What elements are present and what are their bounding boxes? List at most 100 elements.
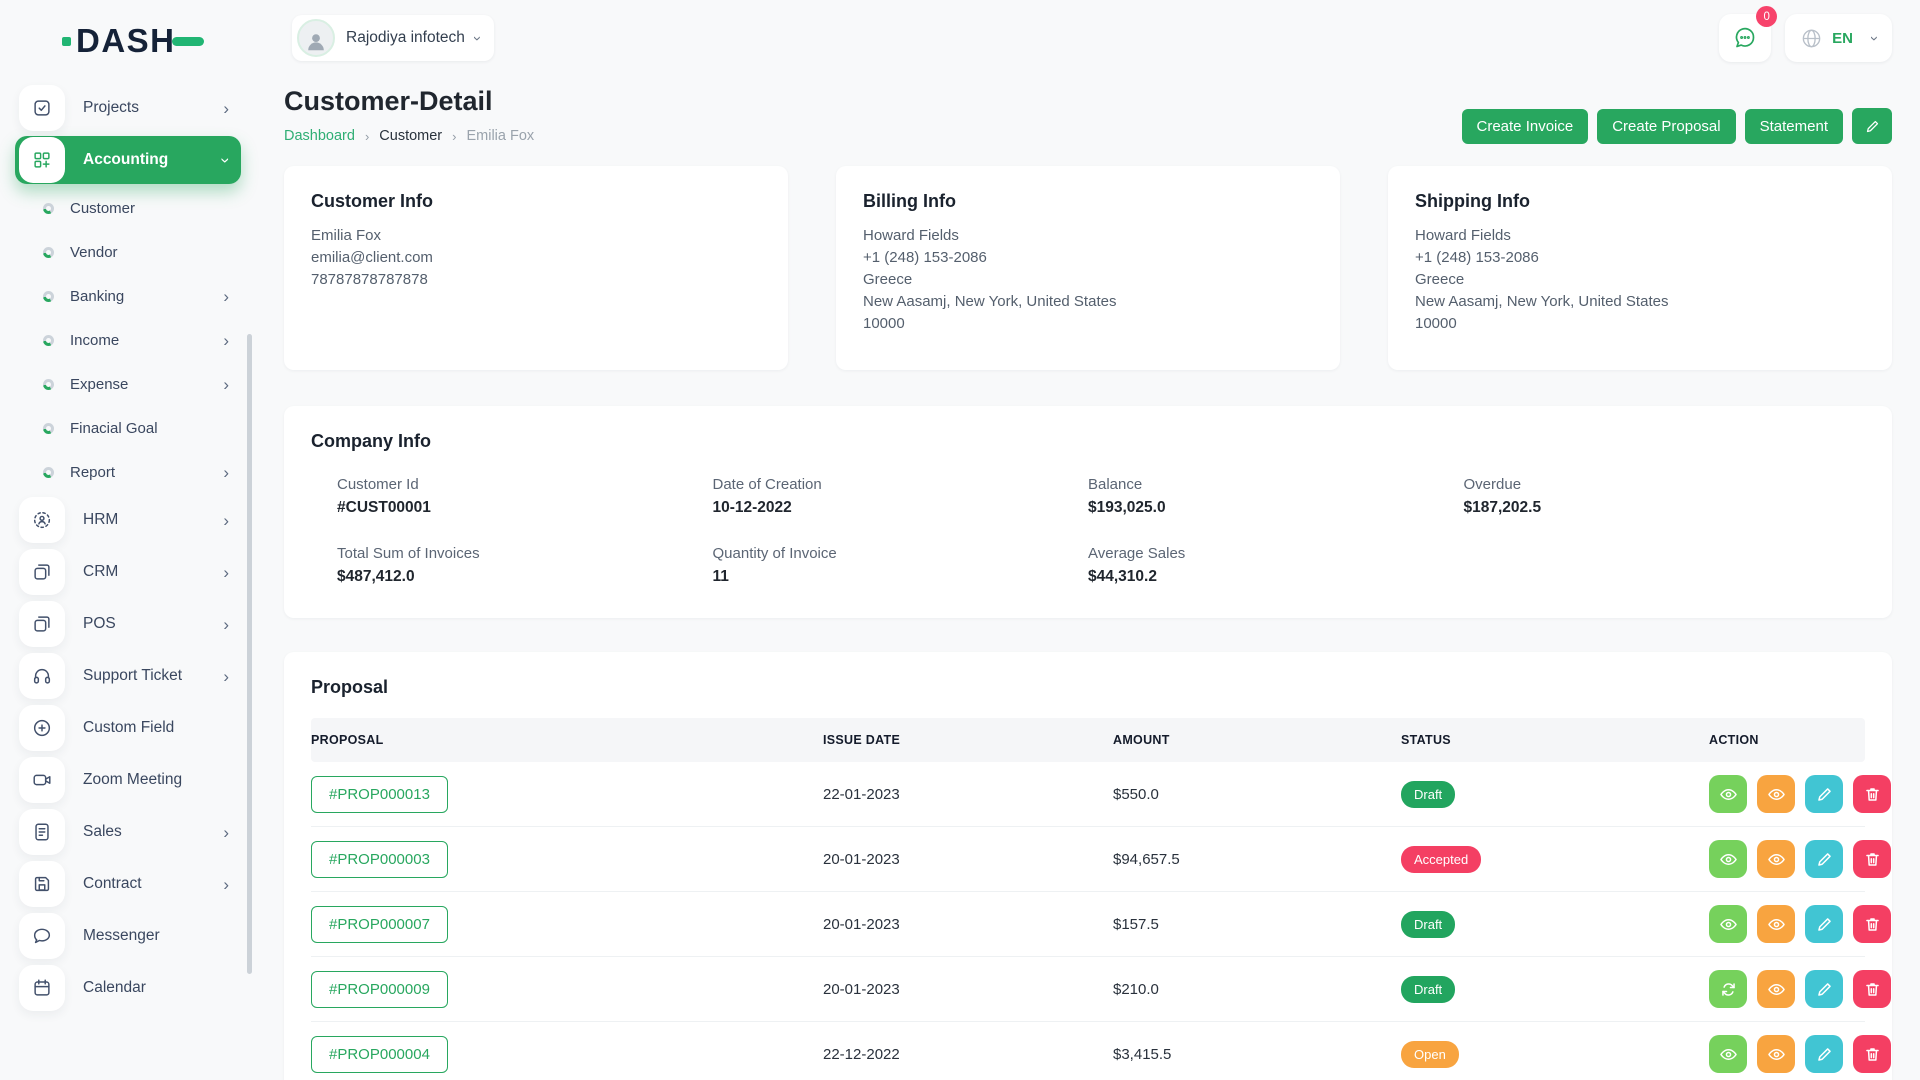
issue-date: 20-01-2023 [823, 916, 1113, 933]
row-actions [1709, 840, 1891, 878]
chevron-down-icon: › [469, 36, 486, 41]
proposal-id-link[interactable]: #PROP000004 [311, 1036, 448, 1073]
view-button[interactable] [1709, 840, 1747, 878]
status-badge: Draft [1401, 781, 1455, 808]
sidebar-item-pos[interactable]: POS › [15, 600, 241, 648]
edit-button[interactable] [1805, 775, 1843, 813]
page-title-block: Customer-Detail Dashboard › Customer › E… [284, 86, 534, 144]
sidebar-item-hrm[interactable]: HRM › [15, 496, 241, 544]
sidebar-item-custom-field[interactable]: Custom Field [15, 704, 241, 752]
bullet-icon [43, 247, 54, 258]
sidebar-item-label: POS [83, 615, 116, 633]
proposal-id-link[interactable]: #PROP000007 [311, 906, 448, 943]
checkbox-icon [19, 85, 65, 131]
view-button[interactable] [1709, 905, 1747, 943]
messages-button[interactable]: 0 [1719, 14, 1771, 62]
proposal-id-link[interactable]: #PROP000013 [311, 776, 448, 813]
table-row: #PROP000009 20-01-2023 $210.0 Draft [311, 957, 1865, 1022]
view-button[interactable] [1709, 1035, 1747, 1073]
sidebar-item-vendor[interactable]: Vendor [15, 232, 241, 272]
globe-icon [1800, 27, 1823, 50]
avatar [297, 19, 335, 57]
amount: $3,415.5 [1113, 1046, 1401, 1063]
stat-date-of-creation: Date of Creation 10-12-2022 [713, 476, 1089, 517]
row-actions [1709, 905, 1891, 943]
stat-balance: Balance $193,025.0 [1088, 476, 1464, 517]
chevron-down-icon: › [1866, 36, 1883, 41]
card-title: Customer Info [311, 191, 761, 212]
sidebar: DASH Projects › Accounting › Customer [0, 0, 256, 1080]
edit-button[interactable] [1805, 1035, 1843, 1073]
statement-button[interactable]: Statement [1745, 109, 1843, 144]
sidebar-item-projects[interactable]: Projects › [15, 84, 241, 132]
sidebar-item-label: Projects [83, 99, 139, 117]
edit-button[interactable] [1805, 840, 1843, 878]
bullet-icon [43, 379, 54, 390]
convert-button[interactable] [1709, 970, 1747, 1008]
shipping-info-card: Shipping Info Howard Fields +1 (248) 153… [1388, 166, 1892, 370]
preview-button[interactable] [1757, 970, 1795, 1008]
plus-circle-icon [19, 705, 65, 751]
status-badge: Accepted [1401, 846, 1481, 873]
breadcrumb-dashboard[interactable]: Dashboard [284, 128, 355, 144]
preview-button[interactable] [1757, 840, 1795, 878]
chevron-down-icon: › [218, 157, 235, 163]
language-selector[interactable]: EN › [1785, 14, 1892, 62]
language-code: EN [1832, 30, 1853, 47]
sidebar-item-finacial-goal[interactable]: Finacial Goal [15, 408, 241, 448]
edit-button[interactable] [1805, 905, 1843, 943]
proposal-id-link[interactable]: #PROP000009 [311, 971, 448, 1008]
sidebar-item-banking[interactable]: Banking › [15, 276, 241, 316]
sidebar-item-messenger[interactable]: Messenger [15, 912, 241, 960]
sidebar-item-accounting[interactable]: Accounting › [15, 136, 241, 184]
view-button[interactable] [1709, 775, 1747, 813]
stat-overdue: Overdue $187,202.5 [1464, 476, 1840, 517]
delete-button[interactable] [1853, 905, 1891, 943]
logo-dot [62, 37, 71, 46]
sidebar-item-expense[interactable]: Expense › [15, 364, 241, 404]
create-invoice-button[interactable]: Create Invoice [1462, 109, 1589, 144]
app-logo[interactable]: DASH [62, 22, 256, 60]
delete-button[interactable] [1853, 1035, 1891, 1073]
preview-button[interactable] [1757, 905, 1795, 943]
edit-customer-button[interactable] [1852, 108, 1892, 144]
sidebar-item-sales[interactable]: Sales › [15, 808, 241, 856]
amount: $550.0 [1113, 786, 1401, 803]
sidebar-item-zoom-meeting[interactable]: Zoom Meeting [15, 756, 241, 804]
sidebar-item-income[interactable]: Income › [15, 320, 241, 360]
bullet-icon [43, 291, 54, 302]
breadcrumb-customer[interactable]: Customer [379, 128, 442, 144]
row-actions [1709, 775, 1891, 813]
table-header: PROPOSAL ISSUE DATE AMOUNT STATUS ACTION [311, 718, 1865, 762]
sidebar-item-support-ticket[interactable]: Support Ticket › [15, 652, 241, 700]
stat-quantity-invoice: Quantity of Invoice 11 [713, 545, 1089, 586]
pencil-icon [1815, 980, 1834, 999]
bullet-icon [43, 467, 54, 478]
sidebar-item-crm[interactable]: CRM › [15, 548, 241, 596]
preview-button[interactable] [1757, 775, 1795, 813]
sidebar-item-label: CRM [83, 563, 118, 581]
trash-icon [1863, 850, 1882, 869]
sidebar-item-contract[interactable]: Contract › [15, 860, 241, 908]
sidebar-item-customer[interactable]: Customer [15, 188, 241, 228]
hrm-person-icon [19, 497, 65, 543]
preview-button[interactable] [1757, 1035, 1795, 1073]
sidebar-item-report[interactable]: Report › [15, 452, 241, 492]
sidebar-item-label: Banking [70, 288, 124, 305]
create-proposal-button[interactable]: Create Proposal [1597, 109, 1735, 144]
proposal-card: Proposal PROPOSAL ISSUE DATE AMOUNT STAT… [284, 652, 1892, 1080]
sidebar-item-calendar[interactable]: Calendar [15, 964, 241, 1012]
delete-button[interactable] [1853, 970, 1891, 1008]
status-badge: Draft [1401, 976, 1455, 1003]
table-row: #PROP000003 20-01-2023 $94,657.5 Accepte… [311, 827, 1865, 892]
delete-button[interactable] [1853, 840, 1891, 878]
company-selector[interactable]: Rajodiya infotech › [292, 15, 494, 61]
sidebar-scrollbar[interactable] [247, 334, 252, 974]
proposal-id-link[interactable]: #PROP000003 [311, 841, 448, 878]
sidebar-item-label: Expense [70, 376, 128, 393]
delete-button[interactable] [1853, 775, 1891, 813]
billing-address: New Aasamj, New York, United States [863, 291, 1313, 313]
chevron-right-icon: › [223, 100, 229, 117]
edit-button[interactable] [1805, 970, 1843, 1008]
billing-info-card: Billing Info Howard Fields +1 (248) 153-… [836, 166, 1340, 370]
